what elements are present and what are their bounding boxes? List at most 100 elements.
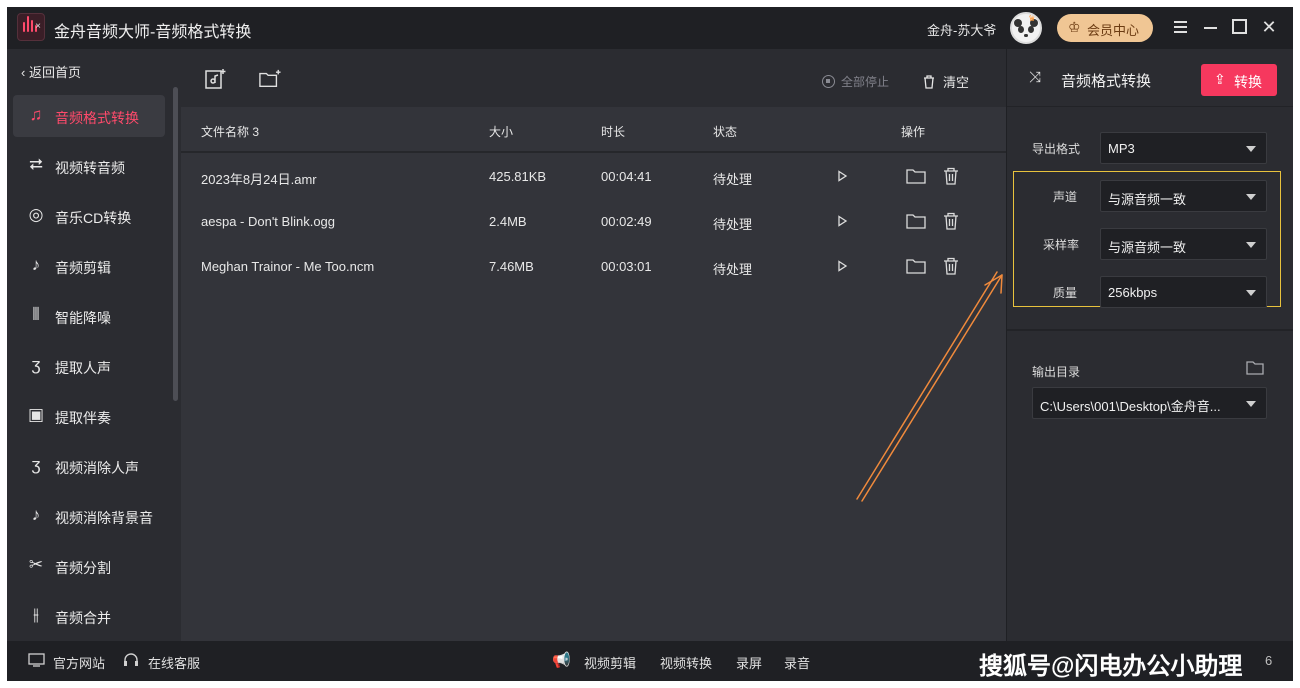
upload-icon: ⇪ xyxy=(1214,71,1226,87)
delete-icon[interactable] xyxy=(943,167,959,185)
sidebar-item-label: 音乐CD转换 xyxy=(55,210,132,226)
sidebar-item-label: 音频分割 xyxy=(55,560,111,576)
audio-convert-icon: ♫ xyxy=(29,105,43,124)
remove-voice-icon: ʒ xyxy=(31,455,41,474)
channel-select[interactable]: 与源音频一致 xyxy=(1100,180,1267,212)
caret-down-icon xyxy=(1246,290,1256,296)
vip-center-button[interactable]: ♔ 会员中心 xyxy=(1057,14,1153,42)
merge-icon: ⫲ xyxy=(33,605,39,624)
chevron-left-icon: ‹ xyxy=(21,65,26,80)
sidebar-item-4[interactable]: ♪ 音频剪辑 xyxy=(13,245,165,287)
sidebar-item-label: 提取伴奏 xyxy=(55,410,111,426)
table-header: 文件名称 3 大小 时长 状态 操作 xyxy=(181,107,1006,153)
caret-down-icon xyxy=(1246,194,1256,200)
user-name[interactable]: 金舟-苏大爷 xyxy=(927,20,996,39)
delete-icon[interactable] xyxy=(943,257,959,275)
sidebar-item-10[interactable]: ✂ 音频分割 xyxy=(13,545,165,587)
convert-label: 转换 xyxy=(1234,74,1262,90)
quality-select[interactable]: 256kbps xyxy=(1100,276,1267,308)
sidebar: ‹ 返回首页 ♫ 音频格式转换 ⮂ 视频转音频 ◎ 音乐CD转换 ♪ 音频剪辑 ⦀ 智能降噪 ʒ 提取… xyxy=(7,49,181,641)
sidebar-item-5[interactable]: ⦀ 智能降噪 xyxy=(13,295,165,337)
monitor-icon xyxy=(28,653,45,667)
sample-rate-label: 采样率 xyxy=(1043,238,1080,252)
megaphone-icon: 📢 xyxy=(552,652,571,669)
cell-size: 2.4MB xyxy=(489,214,527,229)
sidebar-item-3[interactable]: ◎ 音乐CD转换 xyxy=(13,195,165,237)
sidebar-item-label: 音频格式转换 xyxy=(55,110,139,126)
cell-size: 7.46MB xyxy=(489,259,534,274)
table-row[interactable]: Meghan Trainor - Me Too.ncm 7.46MB 00:03:0… xyxy=(181,244,1006,289)
table-row[interactable]: 2023年8月24日.amr 425.81KB 00:04:41 待处理 xyxy=(181,154,1006,199)
cell-name: aespa - Don't Blink.ogg xyxy=(201,214,336,229)
quality-value: 256kbps xyxy=(1108,285,1158,300)
folder-icon[interactable] xyxy=(906,168,926,184)
output-dir-label: 输出目录 xyxy=(1032,365,1081,379)
caret-down-icon xyxy=(1246,242,1256,248)
column-actions: 操作 xyxy=(901,125,926,139)
sidebar-item-9[interactable]: ♪ 视频消除背景音 xyxy=(13,495,165,537)
stop-all-button[interactable]: 全部停止 xyxy=(822,73,889,90)
remove-bgm-icon: ♪ xyxy=(31,505,41,524)
folder-icon[interactable] xyxy=(906,213,926,229)
online-service-link[interactable]: 在线客服 xyxy=(148,653,200,672)
folder-icon[interactable] xyxy=(906,258,926,274)
channel-value: 与源音频一致 xyxy=(1108,192,1187,207)
audio-record-link[interactable]: 录音 xyxy=(784,653,810,672)
sidebar-scrollbar[interactable] xyxy=(173,87,178,401)
avatar[interactable]: ♛ xyxy=(1010,12,1042,44)
file-list-panel: 全部停止 清空 文件名称 3 大小 时长 状态 操作 2023年8月24日.am… xyxy=(181,49,1006,641)
bottom-bar: 官方网站 在线客服 📢 视频剪辑 视频转换 录屏 录音 搜狐号@闪电办公小助理 … xyxy=(7,641,1293,681)
play-icon[interactable] xyxy=(836,215,848,227)
convert-button[interactable]: ⇪ 转换 xyxy=(1201,64,1277,96)
output-dir-value: C:\Users\001\Desktop\金舟音... xyxy=(1040,399,1221,414)
screen-record-link[interactable]: 录屏 xyxy=(736,653,762,672)
divider xyxy=(1007,329,1293,331)
play-icon[interactable] xyxy=(836,170,848,182)
sidebar-item-1[interactable]: ♫ 音频格式转换 xyxy=(13,95,165,137)
sidebar-item-7[interactable]: ▣ 提取伴奏 xyxy=(13,395,165,437)
sidebar-item-11[interactable]: ⫲ 音频合并 xyxy=(13,595,165,637)
play-icon[interactable] xyxy=(836,260,848,272)
minimize-icon[interactable] xyxy=(1200,16,1222,38)
cd-icon: ◎ xyxy=(28,205,44,224)
toolbar: 全部停止 清空 xyxy=(181,49,1006,107)
add-file-icon[interactable] xyxy=(205,69,227,89)
output-dir-select[interactable]: C:\Users\001\Desktop\金舟音... xyxy=(1032,387,1267,419)
export-format-label: 导出格式 xyxy=(1032,142,1081,156)
title-bar: × 金舟音频大师-音频格式转换 金舟-苏大爷 ♛ ♔ 会员中心 ✕ xyxy=(7,7,1293,49)
video-to-audio-icon: ⮂ xyxy=(29,155,43,174)
sidebar-item-label: 音频剪辑 xyxy=(55,260,111,276)
menu-icon[interactable] xyxy=(1170,16,1192,38)
sidebar-item-2[interactable]: ⮂ 视频转音频 xyxy=(13,145,165,187)
table-row[interactable]: aespa - Don't Blink.ogg 2.4MB 00:02:49 待处理 xyxy=(181,199,1006,244)
delete-icon[interactable] xyxy=(943,212,959,230)
sample-rate-select[interactable]: 与源音频一致 xyxy=(1100,228,1267,260)
app-window: × 金舟音频大师-音频格式转换 金舟-苏大爷 ♛ ♔ 会员中心 ✕ ‹ 返回首页… xyxy=(7,7,1293,681)
official-site-link[interactable]: 官方网站 xyxy=(53,653,105,672)
add-folder-icon[interactable] xyxy=(259,69,281,89)
stop-all-label: 全部停止 xyxy=(841,75,890,89)
voice-extract-icon: ʒ xyxy=(31,355,41,374)
video-convert-link[interactable]: 视频转换 xyxy=(660,653,712,672)
clear-label: 清空 xyxy=(943,75,970,90)
back-home-link[interactable]: ‹ 返回首页 xyxy=(21,62,81,81)
trash-icon xyxy=(923,75,935,90)
clear-button[interactable]: 清空 xyxy=(923,72,969,91)
column-size: 大小 xyxy=(489,125,514,139)
export-format-select[interactable]: MP3 xyxy=(1100,132,1267,164)
maximize-icon[interactable] xyxy=(1229,16,1251,38)
cell-name: 2023年8月24日.amr xyxy=(201,172,317,187)
crown-icon: ♔ xyxy=(1068,19,1081,35)
cell-duration: 00:04:41 xyxy=(601,169,652,184)
close-icon[interactable]: ✕ xyxy=(1258,16,1280,38)
sidebar-item-8[interactable]: ʒ 视频消除人声 xyxy=(13,445,165,487)
cell-duration: 00:03:01 xyxy=(601,259,652,274)
open-folder-icon[interactable] xyxy=(1246,361,1264,375)
sidebar-item-label: 视频消除背景音 xyxy=(55,510,153,526)
denoise-icon: ⦀ xyxy=(32,305,40,324)
cell-status: 待处理 xyxy=(713,217,753,232)
watermark: 搜狐号@闪电办公小助理 xyxy=(979,653,1243,680)
video-edit-link[interactable]: 视频剪辑 xyxy=(584,653,636,672)
sidebar-item-6[interactable]: ʒ 提取人声 xyxy=(13,345,165,387)
vip-center-label: 会员中心 xyxy=(1087,23,1140,38)
